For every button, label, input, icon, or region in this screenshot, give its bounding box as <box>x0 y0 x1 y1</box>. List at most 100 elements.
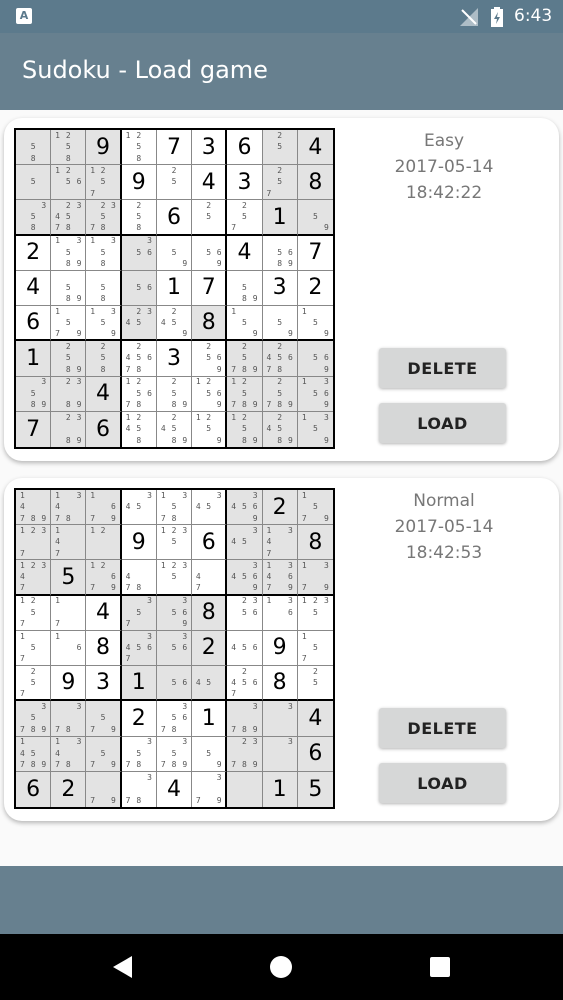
cell-notes: 3 <box>287 737 293 747</box>
navigation-bar <box>0 934 563 1000</box>
cell-value: 4 <box>96 600 111 626</box>
saved-game-card[interactable]: 5812589125873625451256125792543257835823… <box>4 118 559 461</box>
saved-game-card[interactable]: 1478913478167934513578345345692157912371… <box>4 478 559 821</box>
cell-value: 3 <box>166 345 181 371</box>
sudoku-cell: 478 <box>121 560 157 596</box>
sudoku-cell: 1258 <box>121 130 157 166</box>
cell-value: 4 <box>96 381 111 407</box>
sudoku-cell: 14789 <box>16 490 52 526</box>
back-icon[interactable] <box>113 956 132 978</box>
sudoku-cell: 7 <box>16 411 52 447</box>
cell-notes: 24589 <box>266 412 293 446</box>
cell-notes: 1257 <box>90 165 106 198</box>
load-button[interactable]: LOAD <box>379 403 506 443</box>
app-bar: Sudoku - Load game <box>0 33 563 110</box>
sudoku-cell: 4 <box>297 130 333 166</box>
cell-notes: 234578 <box>55 200 82 233</box>
sudoku-cell: 1 <box>262 771 298 807</box>
sudoku-cell: 125789 <box>227 376 263 412</box>
sudoku-cell: 1235 <box>297 595 333 631</box>
cell-notes: 478 <box>125 572 142 593</box>
cell-notes: 345 <box>195 490 222 512</box>
status-bar: A 6:43 <box>0 0 563 33</box>
cell-notes: 257 <box>19 666 36 698</box>
cell-notes: 13478 <box>55 737 82 770</box>
cell-value: 9 <box>96 134 111 160</box>
cell-value: 6 <box>26 776 41 802</box>
recent-apps-icon[interactable] <box>430 957 450 977</box>
cell-notes: 579 <box>90 748 116 770</box>
sudoku-cell: 4 <box>16 270 52 307</box>
cell-notes: 356 <box>171 631 188 652</box>
cell-notes: 17 <box>55 596 60 629</box>
cell-notes: 1258 <box>55 130 71 163</box>
sudoku-cell: 6 <box>156 200 193 236</box>
cell-notes: 24589 <box>160 412 188 446</box>
sudoku-cell: 9 <box>121 165 157 201</box>
sudoku-cell: 59 <box>262 306 298 342</box>
cell-notes: 1235 <box>301 596 329 617</box>
sudoku-cell: 59 <box>192 736 228 772</box>
sudoku-cell: 58 <box>86 270 122 307</box>
sudoku-cell: 5 <box>51 560 87 596</box>
cell-notes: 159 <box>301 306 329 338</box>
load-button[interactable]: LOAD <box>379 763 506 803</box>
home-icon[interactable] <box>270 956 292 978</box>
cell-notes: 56 <box>171 677 188 687</box>
cell-notes: 589 <box>242 282 258 304</box>
cell-notes: 147 <box>55 525 60 558</box>
bottom-bar <box>0 866 563 934</box>
sudoku-cell: 23578 <box>86 200 122 236</box>
sudoku-cell: 2389 <box>51 376 87 412</box>
sudoku-cell: 8 <box>297 525 333 561</box>
cell-notes: 2589 <box>171 377 188 410</box>
sudoku-cell: 579 <box>86 736 122 772</box>
sudoku-cell: 6 <box>227 130 263 166</box>
cell-value: 9 <box>131 169 146 195</box>
sudoku-cell: 1 <box>121 666 157 702</box>
cell-notes: 1359 <box>90 306 116 338</box>
sudoku-cell: 3 <box>86 666 122 702</box>
cell-notes: 1579 <box>55 306 82 338</box>
cell-notes: 2459 <box>160 306 188 338</box>
cell-value: 8 <box>96 635 111 661</box>
cell-value: 1 <box>166 275 181 301</box>
cell-notes: 345 <box>125 490 152 512</box>
sudoku-cell: 159 <box>297 306 333 342</box>
cell-value: 3 <box>96 670 111 696</box>
cell-notes: 2389 <box>65 377 82 410</box>
cell-value: 2 <box>201 635 216 661</box>
sudoku-cell: 8 <box>192 595 228 631</box>
sudoku-cell: 1 <box>156 270 193 307</box>
sudoku-cell: 345 <box>192 490 228 526</box>
sudoku-cell: 47 <box>192 560 228 596</box>
sudoku-cell: 258 <box>86 341 122 377</box>
cell-notes: 379 <box>195 772 222 806</box>
sudoku-cell: 35678 <box>156 701 193 737</box>
cell-value: 8 <box>308 529 323 555</box>
cell-value: 3 <box>272 275 287 301</box>
sudoku-cell: 24589 <box>156 411 193 447</box>
difficulty-label: Normal <box>413 491 475 511</box>
sudoku-cell: 1359 <box>297 411 333 447</box>
sudoku-cell: 356 <box>121 235 157 271</box>
sudoku-cell: 3 <box>227 165 263 201</box>
cell-notes: 35789 <box>19 702 47 734</box>
sudoku-cell: 3 <box>262 736 298 772</box>
delete-button[interactable]: DELETE <box>379 348 506 388</box>
cell-notes: 45 <box>195 677 212 687</box>
cell-value: 2 <box>61 776 76 802</box>
delete-button[interactable]: DELETE <box>379 708 506 748</box>
game-info: Normal 2017-05-14 18:42:53 <box>344 488 544 566</box>
cell-value: 1 <box>201 705 216 731</box>
sudoku-cell: 6 <box>16 771 52 807</box>
sudoku-cell: 1679 <box>86 490 122 526</box>
cell-value: 3 <box>237 169 252 195</box>
sudoku-cell: 357 <box>121 595 157 631</box>
sudoku-cell: 3789 <box>227 701 263 737</box>
sudoku-cell: 45 <box>192 666 228 702</box>
sudoku-cell: 1358 <box>86 235 122 271</box>
cell-value: 9 <box>131 529 146 555</box>
sudoku-cell: 4 <box>156 771 193 807</box>
cell-notes: 134679 <box>266 560 293 593</box>
